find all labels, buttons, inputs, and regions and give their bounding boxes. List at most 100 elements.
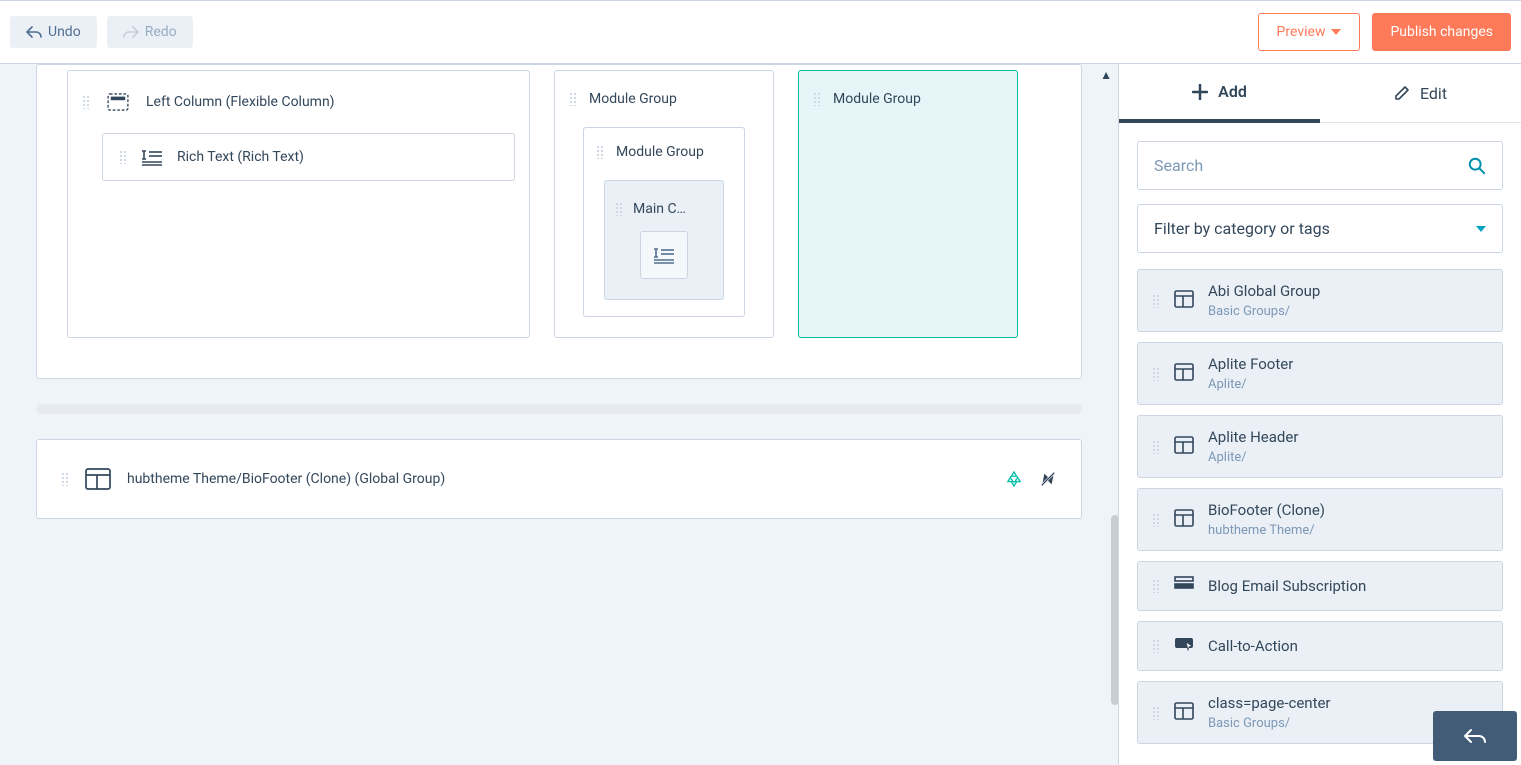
module-item-meta: Call-to-Action [1208,637,1298,655]
drag-handle-icon[interactable] [1152,440,1160,454]
module-item-title: Call-to-Action [1208,637,1298,655]
selected-module-label: Module Group [833,91,921,107]
tab-edit-label: Edit [1420,84,1447,103]
module-type-icon [1174,508,1194,532]
nested-module-label: Module Group [616,144,704,160]
module-item-title: Abi Global Group [1208,282,1320,300]
drag-handle-icon[interactable] [1152,367,1160,381]
module-item-title: Blog Email Subscription [1208,577,1366,595]
module-item-meta: class=page-center Basic Groups/ [1208,694,1331,731]
undo-button[interactable]: Undo [10,16,97,48]
main-content-label: Main C… [633,201,686,217]
undo-label: Undo [48,24,81,40]
drag-handle-icon[interactable] [615,202,623,216]
module-type-icon [1174,435,1194,459]
module-item-title: BioFooter (Clone) [1208,501,1325,519]
tab-add[interactable]: Add [1119,64,1320,123]
chevron-down-icon [1331,29,1341,35]
layout-icon [85,468,111,490]
main-area: ▲ Left Column (Flexible Column) [0,64,1521,765]
module-item-path: Aplite/ [1208,450,1298,465]
drag-handle-icon[interactable] [569,92,577,106]
module-item-meta: Aplite Footer Aplite/ [1208,355,1293,392]
scroll-up-arrow-icon[interactable]: ▲ [1100,68,1112,82]
module-item[interactable]: BioFooter (Clone)hubtheme Theme/ [1137,488,1503,551]
canvas-wrap: ▲ Left Column (Flexible Column) [0,64,1118,765]
revert-button[interactable] [1433,711,1517,761]
module-item-meta: BioFooter (Clone)hubtheme Theme/ [1208,501,1325,538]
rich-text-label: Rich Text (Rich Text) [177,149,304,165]
recycle-icon [1005,470,1023,488]
canvas-inner: Left Column (Flexible Column) Rich Text … [0,64,1118,755]
main-content-header: Main C… [615,201,713,217]
sidebar-tabs: Add Edit [1119,64,1521,123]
drag-handle-icon[interactable] [813,92,821,106]
tools-disabled-icon [1039,470,1057,488]
search-icon [1468,157,1486,175]
module-item[interactable]: Aplite Footer Aplite/ [1137,342,1503,405]
preview-label: Preview [1277,24,1326,40]
module-type-icon [1174,634,1194,658]
module-type-icon [1174,574,1194,598]
publish-button[interactable]: Publish changes [1372,13,1511,51]
drag-handle-icon[interactable] [1152,706,1160,720]
publish-label: Publish changes [1390,24,1493,40]
global-group-footer[interactable]: hubtheme Theme/BioFooter (Clone) (Global… [36,439,1082,519]
rich-text-module[interactable]: Rich Text (Rich Text) [102,133,515,181]
horizontal-scrollbar[interactable] [36,404,1082,414]
selected-module-group-card[interactable]: Module Group [798,70,1018,338]
canvas-vertical-scrollbar[interactable] [1111,515,1118,705]
toolbar-right: Preview Publish changes [1258,13,1511,51]
module-type-icon [1174,701,1194,725]
drag-handle-icon[interactable] [82,95,90,109]
module-item[interactable]: Aplite Header Aplite/ [1137,415,1503,478]
tab-edit[interactable]: Edit [1320,64,1521,122]
drag-handle-icon[interactable] [1152,294,1160,308]
module-item-path: Basic Groups/ [1208,716,1331,731]
search-input[interactable] [1154,156,1468,175]
module-item[interactable]: Abi Global GroupBasic Groups/ [1137,269,1503,332]
nested-module-header: Module Group [596,144,732,160]
left-column-header: Left Column (Flexible Column) [82,91,515,113]
filter-label: Filter by category or tags [1154,219,1330,238]
nested-module-group[interactable]: Module Group Main C… [583,127,745,317]
module-item-path: Aplite/ [1208,377,1293,392]
rich-text-icon [141,148,163,166]
redo-icon [123,25,139,39]
drag-handle-icon[interactable] [596,145,604,159]
module-group-header: Module Group [569,91,759,107]
drag-handle-icon[interactable] [1152,579,1160,593]
tab-add-label: Add [1218,82,1247,101]
search-box[interactable] [1137,141,1503,190]
toolbar: Undo Redo Preview Publish changes [0,0,1521,64]
module-item-title: class=page-center [1208,694,1331,712]
revert-icon [1462,727,1488,745]
rich-text-icon [653,246,675,264]
module-group-card[interactable]: Module Group Module Group Main C… [554,70,774,338]
left-column-card[interactable]: Left Column (Flexible Column) Rich Text … [67,70,530,338]
module-item[interactable]: Call-to-Action [1137,621,1503,671]
rich-text-placeholder[interactable] [640,231,688,279]
undo-icon [26,25,42,39]
footer-label: hubtheme Theme/BioFooter (Clone) (Global… [127,471,445,487]
filter-dropdown[interactable]: Filter by category or tags [1137,204,1503,253]
module-item-meta: Blog Email Subscription [1208,577,1366,595]
module-item[interactable]: Blog Email Subscription [1137,561,1503,611]
main-content-module[interactable]: Main C… [604,180,724,300]
drag-handle-icon[interactable] [119,150,127,164]
drag-handle-icon[interactable] [1152,639,1160,653]
chevron-down-icon [1476,226,1486,232]
module-item-title: Aplite Footer [1208,355,1293,373]
module-group-label: Module Group [589,91,677,107]
sidebar-body: Filter by category or tags Abi Global Gr… [1119,123,1521,762]
drag-handle-icon[interactable] [61,472,69,486]
drag-handle-icon[interactable] [1152,513,1160,527]
preview-button[interactable]: Preview [1258,13,1361,51]
module-item-meta: Aplite Header Aplite/ [1208,428,1298,465]
plus-icon [1192,84,1208,100]
selected-module-header: Module Group [813,91,1003,107]
pencil-icon [1394,85,1410,101]
module-item-title: Aplite Header [1208,428,1298,446]
module-type-icon [1174,289,1194,313]
module-type-icon [1174,362,1194,386]
